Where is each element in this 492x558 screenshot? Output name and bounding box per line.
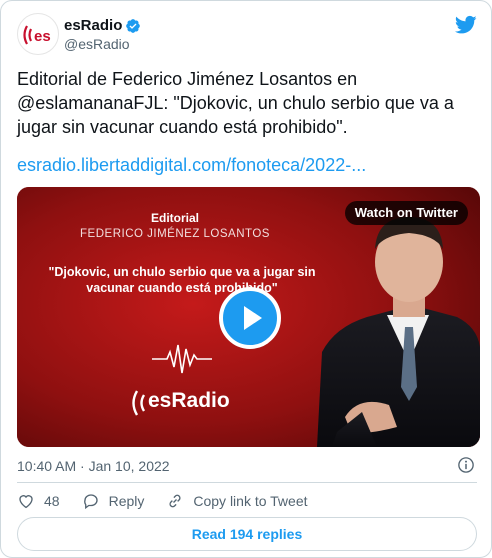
- avatar[interactable]: es: [17, 13, 59, 55]
- media-author: FEDERICO JIMÉNEZ LOSANTOS: [80, 228, 270, 240]
- watch-on-twitter-button[interactable]: Watch on Twitter: [344, 201, 468, 225]
- reply-label: Reply: [108, 493, 145, 509]
- heart-icon: [19, 495, 33, 509]
- copy-link-button[interactable]: Copy link to Tweet: [166, 492, 308, 510]
- twitter-bird-icon[interactable]: [455, 15, 477, 35]
- divider: [17, 482, 477, 483]
- video-media[interactable]: Editorial FEDERICO JIMÉNEZ LOSANTOS "Djo…: [17, 187, 480, 447]
- tweet-timestamp[interactable]: 10:40 AM · Jan 10, 2022: [17, 457, 170, 475]
- verified-badge-icon: [126, 18, 141, 33]
- play-icon: [244, 306, 262, 330]
- tweet-text: Editorial de Federico Jiménez Losantos e…: [17, 69, 454, 137]
- esradio-logo-icon: es: [23, 25, 51, 45]
- reply-button[interactable]: Reply: [82, 492, 145, 510]
- display-name[interactable]: esRadio: [64, 16, 122, 35]
- action-bar: 48 Reply Copy link to Tweet: [17, 491, 330, 511]
- like-count: 48: [44, 493, 60, 509]
- account-names: esRadio @esRadio: [64, 16, 141, 54]
- account-handle[interactable]: @esRadio: [64, 35, 141, 54]
- reply-bubble-icon: [83, 494, 98, 510]
- tweet-link[interactable]: esradio.libertaddigital.com/fonoteca/202…: [17, 153, 366, 177]
- link-icon: [169, 494, 181, 508]
- display-name-link[interactable]: esRadio: [64, 16, 141, 35]
- like-button[interactable]: 48: [17, 492, 60, 510]
- media-heading: Editorial: [150, 211, 199, 225]
- info-icon[interactable]: [457, 456, 475, 474]
- media-quote: "Djokovic, un chulo serbio que va a juga…: [48, 265, 316, 295]
- tweet-header: es esRadio @esRadio: [17, 13, 477, 57]
- tweet-card: es esRadio @esRadio Editorial de Federic…: [0, 0, 492, 558]
- svg-text:es: es: [34, 28, 51, 45]
- read-replies-button[interactable]: Read 194 replies: [17, 517, 477, 551]
- media-logo-text: esRadio: [148, 389, 230, 412]
- copy-link-label: Copy link to Tweet: [193, 493, 308, 509]
- play-button[interactable]: [219, 287, 281, 349]
